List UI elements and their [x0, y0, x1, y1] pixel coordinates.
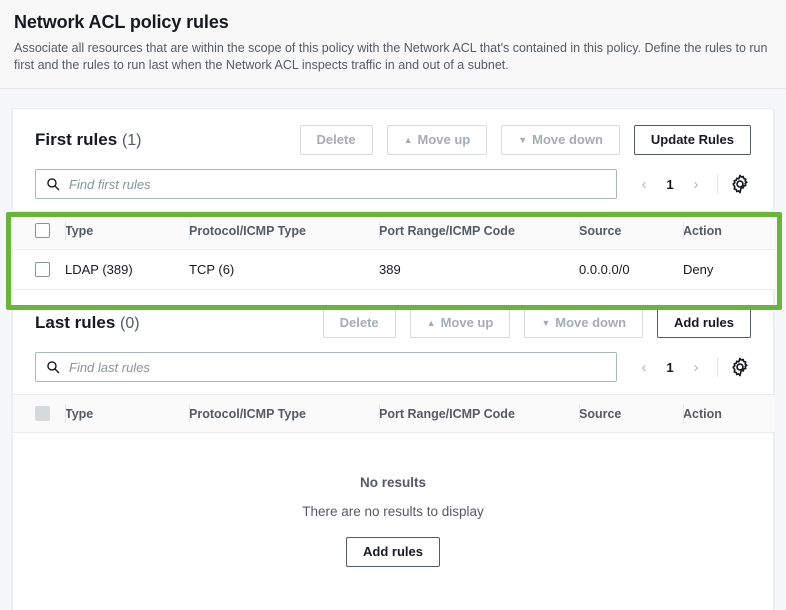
last-rules-next-page-button[interactable]: ›: [683, 360, 709, 375]
first-rules-actions: Delete ▲ Move up ▼ Move down Update Rules: [299, 125, 751, 155]
first-rules-select-all-cell: [13, 211, 65, 250]
last-rules-empty-state: No results There are no results to displ…: [13, 433, 773, 610]
first-rules-select-all-checkbox[interactable]: [35, 223, 50, 238]
last-rules-title: Last rules (0): [35, 313, 140, 333]
column-header-port-range[interactable]: Port Range/ICMP Code: [379, 211, 579, 250]
cell-type: LDAP (389): [65, 249, 189, 290]
last-rules-move-up-button[interactable]: ▲ Move up: [409, 308, 511, 338]
first-rules-search-placeholder: Find first rules: [69, 176, 151, 192]
search-icon: [47, 361, 60, 374]
empty-state-title: No results: [359, 475, 427, 490]
last-rules-select-all-cell: [13, 394, 65, 433]
first-rules-move-up-label: Move up: [417, 132, 471, 147]
last-rules-search-input[interactable]: Find last rules: [35, 352, 617, 382]
first-rules-prev-page-button[interactable]: ‹: [631, 177, 657, 192]
search-icon: [47, 178, 60, 191]
last-rules-pagination: ‹ 1 ›: [631, 356, 751, 378]
first-rules-filter-row: Find first rules ‹ 1 ›: [13, 161, 773, 211]
empty-state-subtitle: There are no results to display: [302, 504, 484, 519]
last-rules-page-1[interactable]: 1: [659, 360, 681, 375]
cell-source: 0.0.0.0/0: [579, 249, 683, 290]
first-rules-header-row: Type Protocol/ICMP Type Port Range/ICMP …: [13, 211, 775, 250]
last-rules-actions: Delete ▲ Move up ▼ Move down Add rules: [322, 308, 751, 338]
column-header-port-range[interactable]: Port Range/ICMP Code: [379, 394, 579, 433]
pagination-divider: [717, 174, 718, 194]
last-rules-header-row: Type Protocol/ICMP Type Port Range/ICMP …: [13, 394, 775, 433]
cell-port-range: 389: [379, 249, 579, 290]
first-rules-next-page-button[interactable]: ›: [683, 177, 709, 192]
first-rules-search-input[interactable]: Find first rules: [35, 169, 617, 199]
last-rules-move-up-label: Move up: [440, 315, 494, 330]
network-acl-policy-rules-page: Network ACL policy rules Associate all r…: [0, 0, 786, 610]
column-header-source[interactable]: Source: [579, 211, 683, 250]
first-rules-count: (1): [121, 132, 142, 149]
add-rules-button[interactable]: Add rules: [657, 308, 751, 338]
first-rules-move-up-button[interactable]: ▲ Move up: [386, 125, 488, 155]
triangle-up-icon: ▲: [426, 318, 436, 328]
gear-icon[interactable]: [729, 356, 751, 378]
gear-icon[interactable]: [729, 173, 751, 195]
page-title: Network ACL policy rules: [14, 12, 229, 32]
last-rules-count: (0): [120, 315, 140, 332]
row-select-cell: [13, 249, 65, 290]
pagination-divider: [717, 357, 718, 377]
triangle-up-icon: ▲: [403, 135, 413, 145]
last-rules-table-head: Type Protocol/ICMP Type Port Range/ICMP …: [13, 394, 775, 433]
last-rules-search-placeholder: Find last rules: [69, 359, 150, 375]
first-rules-table-body: LDAP (389) TCP (6) 389 0.0.0.0/0 Deny: [13, 249, 775, 290]
last-rules-move-down-button[interactable]: ▼ Move down: [524, 308, 644, 338]
column-header-action[interactable]: Action: [683, 394, 775, 433]
first-rules-move-down-label: Move down: [532, 132, 603, 147]
first-rules-title-text: First rules: [35, 130, 118, 149]
last-rules-title-text: Last rules: [35, 313, 116, 332]
cell-action: Deny: [683, 249, 775, 290]
last-rules-move-down-label: Move down: [555, 315, 627, 330]
column-header-protocol[interactable]: Protocol/ICMP Type: [189, 394, 379, 433]
column-header-type[interactable]: Type: [65, 211, 189, 250]
last-rules-select-all-checkbox: [35, 406, 50, 421]
triangle-down-icon: ▼: [518, 135, 528, 145]
first-rules-page-1[interactable]: 1: [659, 177, 681, 192]
column-header-source[interactable]: Source: [579, 394, 683, 433]
last-rules-table: Type Protocol/ICMP Type Port Range/ICMP …: [13, 394, 775, 433]
table-row[interactable]: LDAP (389) TCP (6) 389 0.0.0.0/0 Deny: [13, 249, 775, 290]
first-rules-move-down-button[interactable]: ▼ Move down: [501, 125, 620, 155]
page-description: Associate all resources that are within …: [14, 41, 768, 72]
row-select-checkbox[interactable]: [35, 262, 50, 277]
rules-card: First rules (1) Delete ▲ Move up ▼ Move do…: [12, 108, 775, 610]
last-rules-filter-row: Find last rules ‹ 1 ›: [13, 344, 773, 394]
last-rules-delete-button[interactable]: Delete: [322, 308, 396, 338]
update-rules-button[interactable]: Update Rules: [633, 125, 751, 155]
first-rules-table: Type Protocol/ICMP Type Port Range/ICMP …: [13, 211, 775, 290]
cell-protocol: TCP (6): [189, 249, 379, 290]
column-header-protocol[interactable]: Protocol/ICMP Type: [189, 211, 379, 250]
first-rules-pagination: ‹ 1 ›: [631, 173, 751, 195]
last-rules-prev-page-button[interactable]: ‹: [631, 360, 657, 375]
triangle-down-icon: ▼: [541, 318, 551, 328]
column-header-type[interactable]: Type: [65, 394, 189, 433]
page-header: Network ACL policy rules Associate all r…: [0, 0, 786, 89]
first-rules-delete-button[interactable]: Delete: [299, 125, 373, 155]
empty-state-add-rules-button[interactable]: Add rules: [346, 537, 440, 567]
last-rules-toolbar: Last rules (0) Delete ▲ Move up ▼ Move dow…: [13, 292, 773, 344]
first-rules-toolbar: First rules (1) Delete ▲ Move up ▼ Move do…: [13, 109, 773, 161]
first-rules-table-head: Type Protocol/ICMP Type Port Range/ICMP …: [13, 211, 775, 250]
column-header-action[interactable]: Action: [683, 211, 775, 250]
first-rules-title: First rules (1): [35, 130, 142, 150]
